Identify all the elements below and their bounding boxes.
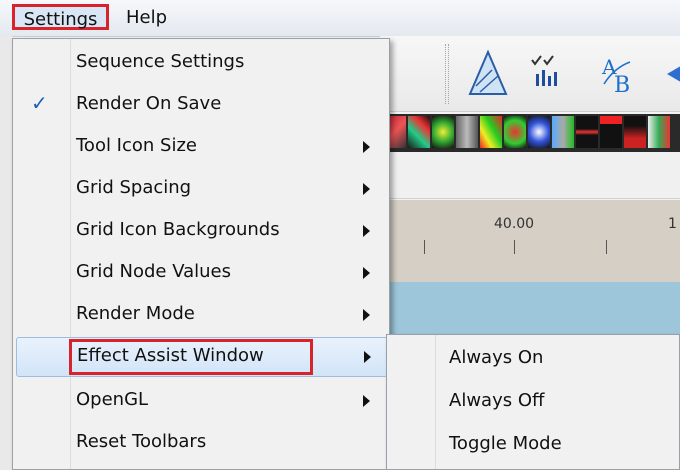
timeline-ruler[interactable]	[380, 200, 680, 282]
menu-item-render-mode[interactable]: Render Mode	[13, 295, 389, 335]
timeline-label: 40.00	[494, 216, 535, 232]
checkmark-icon: ✓	[31, 91, 48, 115]
settings-menu: Sequence Settings ✓ Render On Save Tool …	[12, 38, 390, 470]
menu-item-sequence-settings[interactable]: Sequence Settings	[13, 43, 389, 83]
effect-icon[interactable]	[480, 116, 502, 148]
menu-item-label: Grid Icon Backgrounds	[76, 219, 280, 240]
submenu-arrow-icon	[363, 183, 370, 195]
effect-icon[interactable]	[432, 116, 454, 148]
timeline-tick	[514, 240, 515, 254]
bars-tool-icon[interactable]	[526, 48, 578, 100]
menu-item-label: Tool Icon Size	[76, 135, 197, 156]
menu-item-opengl[interactable]: OpenGL	[13, 381, 389, 421]
menu-item-grid-node-values[interactable]: Grid Node Values	[13, 253, 389, 293]
effect-icon[interactable]	[552, 116, 574, 148]
toolbar-separator	[445, 44, 449, 104]
text-tool-icon[interactable]: A B	[594, 48, 646, 100]
effect-icon[interactable]	[408, 116, 430, 148]
effect-icon[interactable]	[600, 116, 622, 148]
submenu-arrow-icon	[363, 225, 370, 237]
triangle-tool-icon[interactable]	[462, 48, 514, 100]
menu-item-grid-spacing[interactable]: Grid Spacing	[13, 169, 389, 209]
submenu-item-label: Always Off	[449, 390, 545, 411]
svg-text:B: B	[614, 73, 630, 98]
menu-settings-label: Settings	[23, 9, 98, 30]
left-edge-panel	[0, 36, 12, 470]
menu-help-label: Help	[126, 7, 168, 28]
partial-tool-icon[interactable]	[650, 48, 680, 100]
timeline-tick	[606, 240, 607, 254]
menu-item-label: Grid Spacing	[76, 177, 192, 198]
menu-item-effect-assist-window[interactable]: Effect Assist Window	[16, 337, 388, 377]
menu-help[interactable]: Help	[120, 5, 173, 31]
menu-item-tool-icon-size[interactable]: Tool Icon Size	[13, 127, 389, 167]
menu-bar: Settings Help	[0, 0, 680, 37]
submenu-arrow-icon	[364, 351, 371, 363]
menu-item-label: Grid Node Values	[76, 261, 232, 282]
menu-item-label: Effect Assist Window	[77, 345, 264, 366]
effect-icon[interactable]	[624, 116, 646, 148]
submenu-arrow-icon	[363, 267, 370, 279]
waveform-edge	[380, 283, 680, 314]
menu-item-label: Render On Save	[76, 93, 222, 114]
submenu-item-label: Toggle Mode	[449, 433, 562, 454]
menu-settings[interactable]: Settings	[12, 4, 109, 30]
toolbar-blank-band	[380, 152, 680, 199]
submenu-item-label: Always On	[449, 347, 544, 368]
submenu-arrow-icon	[363, 395, 370, 407]
submenu-item-always-off[interactable]: Always Off	[387, 380, 679, 422]
submenu-item-always-on[interactable]: Always On	[387, 337, 679, 379]
effect-assist-submenu: Always On Always Off Toggle Mode	[386, 334, 680, 470]
effect-icon[interactable]	[504, 116, 526, 148]
timeline-tick	[424, 240, 425, 254]
effect-icon[interactable]	[648, 116, 670, 148]
submenu-arrow-icon	[363, 309, 370, 321]
effect-icon[interactable]	[528, 116, 550, 148]
submenu-arrow-icon	[363, 141, 370, 153]
menu-item-grid-icon-backgrounds[interactable]: Grid Icon Backgrounds	[13, 211, 389, 251]
menu-item-label: Reset Toolbars	[76, 431, 207, 452]
menu-item-label: Render Mode	[76, 303, 195, 324]
menu-item-label: OpenGL	[76, 389, 149, 410]
effect-icon[interactable]	[456, 116, 478, 148]
menu-item-label: Sequence Settings	[76, 51, 245, 72]
menu-item-render-on-save[interactable]: ✓ Render On Save	[13, 85, 389, 125]
menu-item-reset-toolbars[interactable]: Reset Toolbars	[13, 423, 389, 463]
submenu-item-toggle-mode[interactable]: Toggle Mode	[387, 423, 679, 465]
effect-icon[interactable]	[576, 116, 598, 148]
timeline-label: 1	[668, 216, 677, 232]
